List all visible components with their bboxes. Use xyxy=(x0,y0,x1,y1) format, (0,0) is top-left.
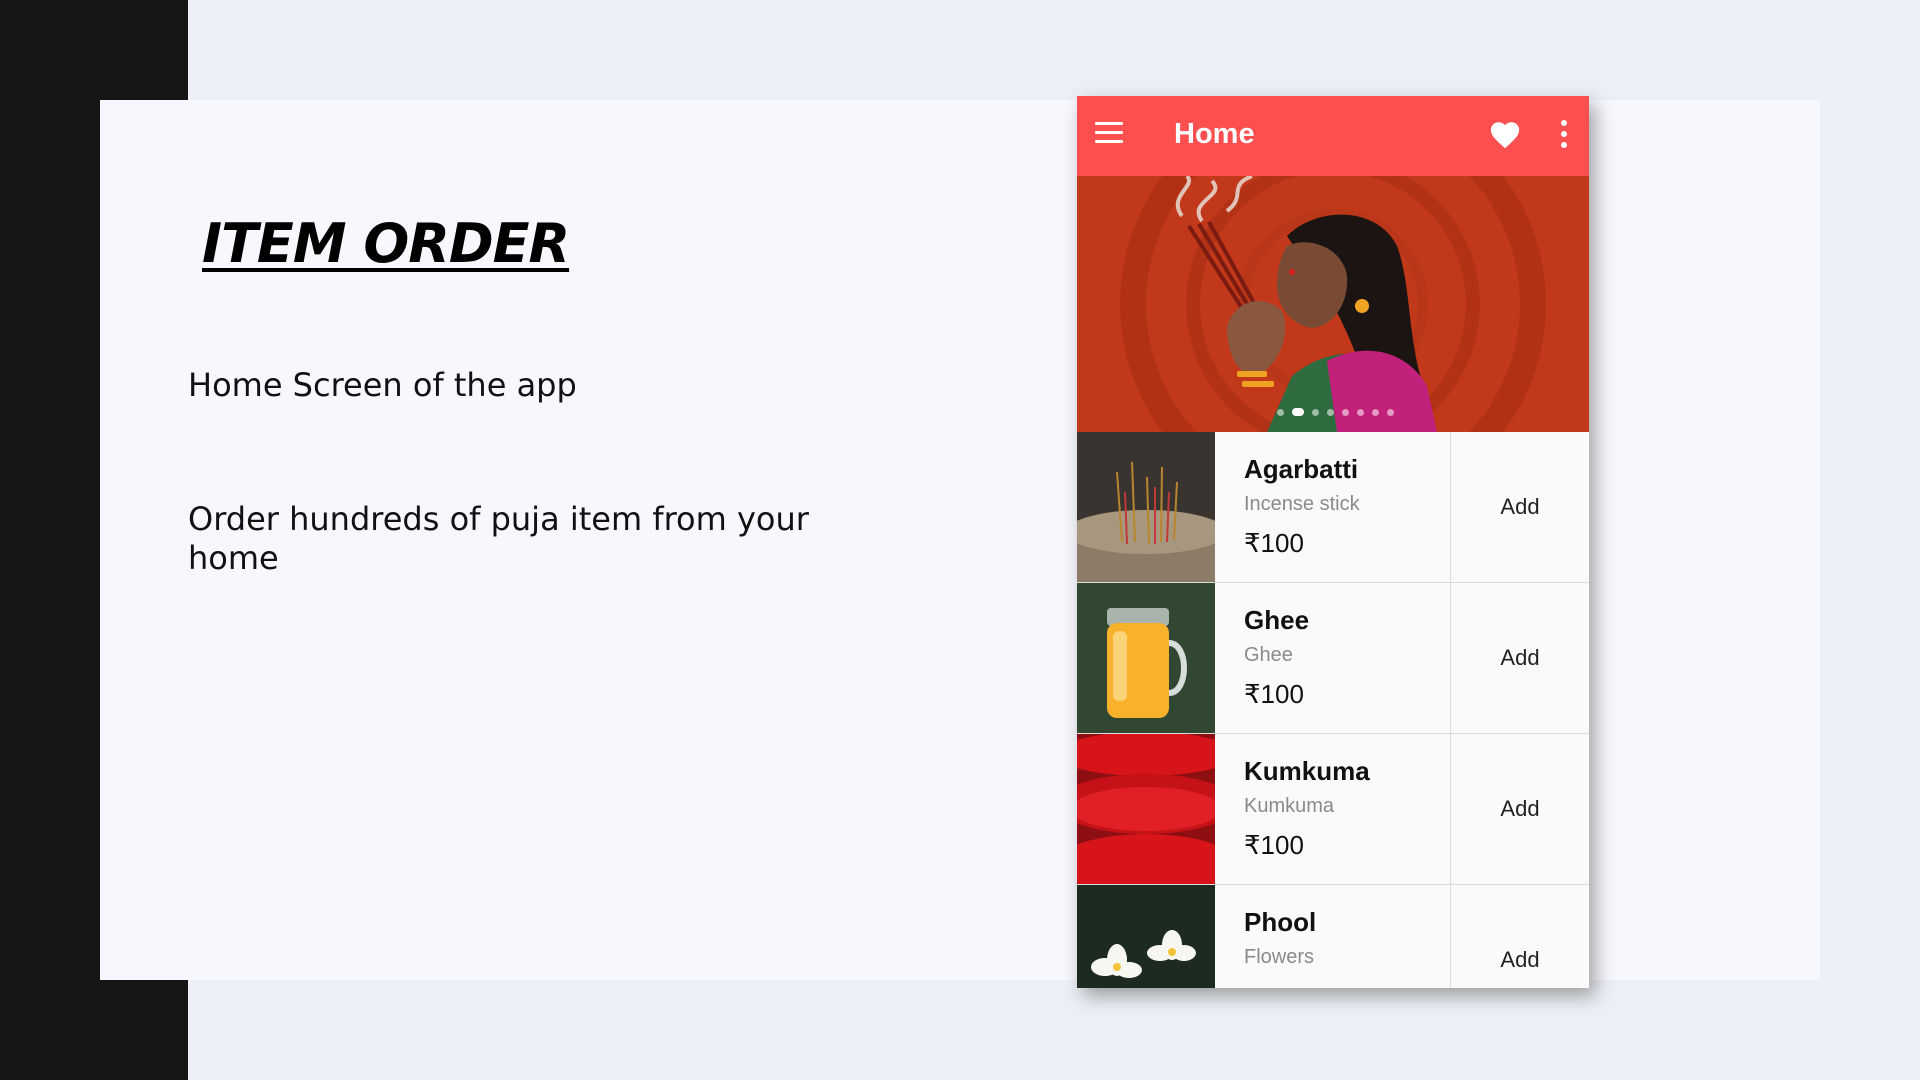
heart-icon[interactable] xyxy=(1488,118,1522,152)
carousel-dot[interactable] xyxy=(1342,408,1349,416)
product-info: Ghee Ghee ₹100 xyxy=(1244,605,1309,710)
product-info: Kumkuma Kumkuma ₹100 xyxy=(1244,756,1370,861)
carousel-indicator[interactable] xyxy=(1277,408,1394,416)
carousel-dot[interactable] xyxy=(1277,408,1284,416)
kumkuma-image xyxy=(1077,734,1215,884)
banner-carousel[interactable] xyxy=(1077,176,1589,432)
menu-icon[interactable] xyxy=(1095,122,1125,146)
banner-illustration xyxy=(1077,176,1589,432)
product-price: ₹100 xyxy=(1244,679,1304,709)
product-name: Phool xyxy=(1244,907,1317,937)
add-button[interactable]: Add xyxy=(1451,432,1589,582)
slide-paragraph-1: Home Screen of the app xyxy=(188,366,577,404)
product-subtitle: Kumkuma xyxy=(1244,795,1335,817)
app-bar-title: Home xyxy=(1174,118,1255,150)
carousel-dot[interactable] xyxy=(1387,408,1394,416)
presentation-stage: ITEM ORDER Home Screen of the app Order … xyxy=(0,0,1920,1080)
carousel-dot[interactable] xyxy=(1327,408,1334,416)
phool-image xyxy=(1077,885,1215,988)
product-name: Agarbatti xyxy=(1244,454,1359,484)
product-row-agarbatti[interactable]: Agarbatti Incense stick ₹100 Add xyxy=(1077,432,1589,583)
phone-screenshot: Home Agarbatti Incense stick ₹100 Add Gh… xyxy=(1077,96,1589,988)
product-price: ₹100 xyxy=(1244,830,1304,860)
add-button[interactable]: Add xyxy=(1451,583,1589,733)
product-name: Kumkuma xyxy=(1244,756,1370,786)
add-button[interactable]: Add xyxy=(1451,734,1589,884)
more-vert-icon[interactable] xyxy=(1560,120,1568,150)
product-subtitle: Ghee xyxy=(1244,644,1293,666)
product-row-kumkuma[interactable]: Kumkuma Kumkuma ₹100 Add xyxy=(1077,734,1589,885)
carousel-dot[interactable] xyxy=(1312,408,1319,416)
product-subtitle: Incense stick xyxy=(1244,493,1360,515)
product-info: Agarbatti Incense stick ₹100 xyxy=(1244,454,1360,559)
agarbatti-image xyxy=(1077,432,1215,582)
carousel-dot[interactable] xyxy=(1357,408,1364,416)
app-bar: Home xyxy=(1077,96,1589,176)
product-row-phool[interactable]: Phool Flowers Add xyxy=(1077,885,1589,988)
product-row-ghee[interactable]: Ghee Ghee ₹100 Add xyxy=(1077,583,1589,734)
product-name: Ghee xyxy=(1244,605,1310,635)
product-list: Agarbatti Incense stick ₹100 Add Ghee Gh… xyxy=(1077,432,1589,988)
product-price: ₹100 xyxy=(1244,528,1304,558)
add-button[interactable]: Add xyxy=(1451,885,1589,988)
slide-title: ITEM ORDER xyxy=(202,212,570,275)
carousel-dot-active[interactable] xyxy=(1292,408,1304,416)
ghee-image xyxy=(1077,583,1215,733)
product-subtitle: Flowers xyxy=(1244,946,1315,968)
slide-paragraph-2: Order hundreds of puja item from your ho… xyxy=(188,500,809,577)
product-info: Phool Flowers xyxy=(1244,907,1316,981)
carousel-dot[interactable] xyxy=(1372,408,1379,416)
